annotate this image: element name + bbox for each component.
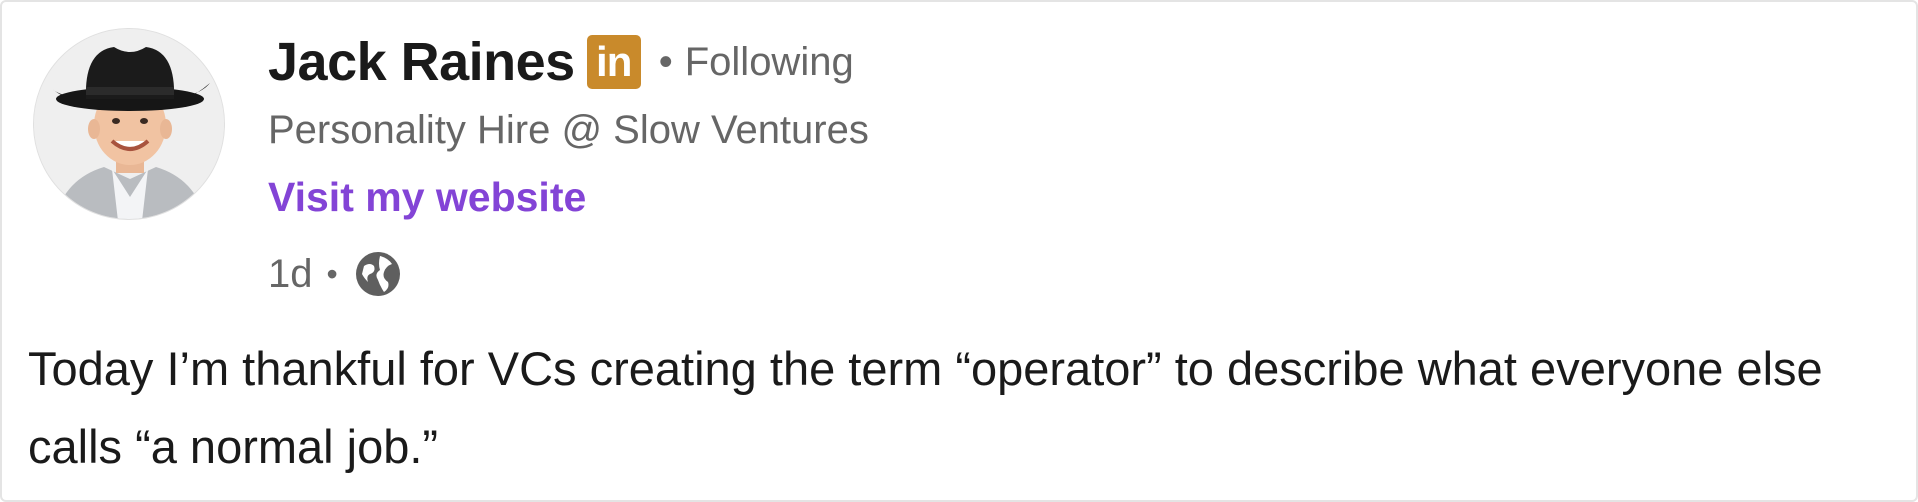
- visit-website-link[interactable]: Visit my website: [268, 174, 586, 230]
- author-name[interactable]: Jack Raines: [268, 31, 575, 93]
- following-status[interactable]: Following: [685, 40, 854, 85]
- globe-icon: [352, 248, 404, 300]
- author-name-row: Jack Raines in • Following: [268, 24, 869, 100]
- separator-dot: •: [658, 39, 673, 84]
- post-body: Today I’m thankful for VCs creating the …: [28, 342, 1823, 473]
- post-meta: 1d •: [268, 246, 869, 302]
- separator-dot: •: [326, 255, 338, 292]
- linkedin-icon: in: [586, 35, 641, 89]
- avatar-photo: [34, 29, 224, 219]
- author-headline: Personality Hire @ Slow Ventures: [268, 108, 869, 152]
- post-card: Jack Raines in • Following Personality H…: [0, 0, 1918, 502]
- post-header: Jack Raines in • Following Personality H…: [268, 24, 869, 302]
- author-avatar[interactable]: [33, 28, 225, 220]
- post-timestamp: 1d: [268, 251, 313, 296]
